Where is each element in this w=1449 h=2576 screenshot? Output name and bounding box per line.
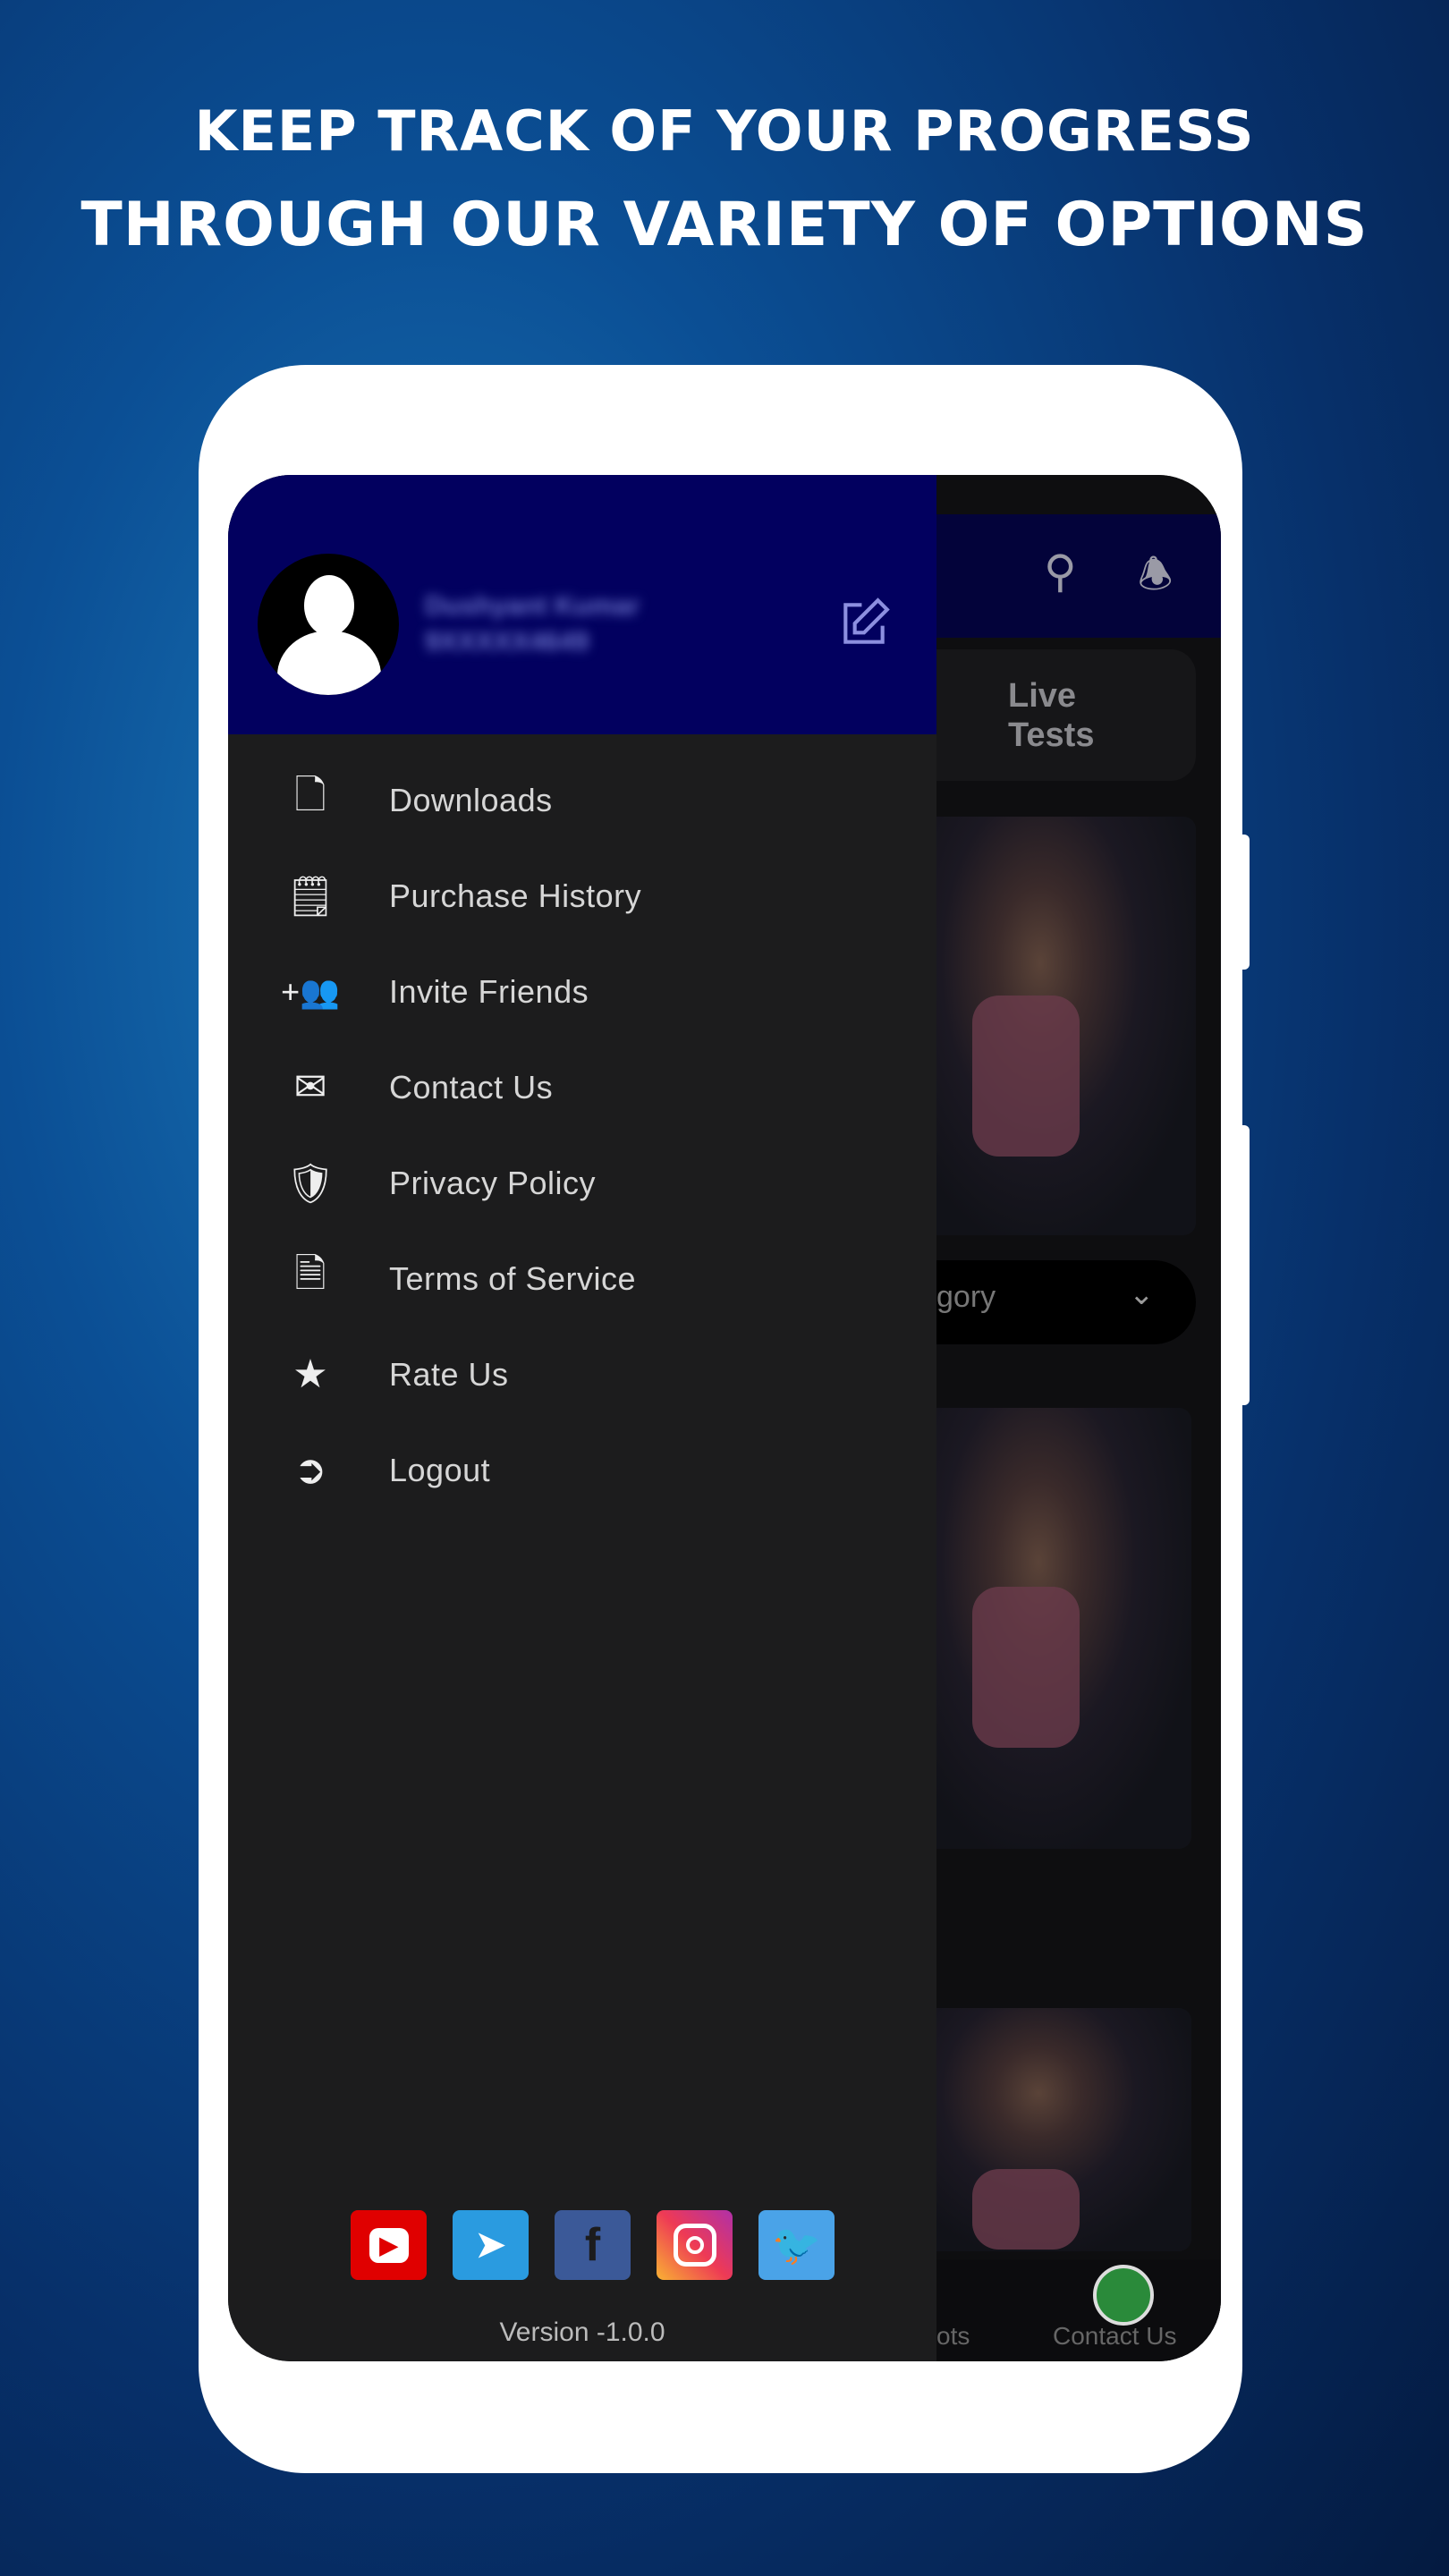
menu-item-label: Contact Us	[389, 1068, 554, 1106]
app-version: Version -1.0.0	[499, 2318, 665, 2347]
drawer-menu: 🗋 Downloads 🗒 Purchase History +👥 Invite Fr…	[228, 752, 936, 1518]
search-icon[interactable]: ⚲	[1044, 546, 1077, 597]
menu-item-rate-us[interactable]: ★ Rate Us	[228, 1326, 936, 1422]
edit-profile-icon[interactable]	[836, 596, 892, 651]
course-image[interactable]	[936, 2008, 1191, 2251]
menu-item-invite-friends[interactable]: +👥 Invite Friends	[228, 944, 936, 1039]
menu-item-label: Logout	[389, 1451, 491, 1488]
user-name: Dushyant Kumar	[425, 591, 640, 621]
phone-volume-button	[1241, 835, 1250, 970]
category-label: gory	[936, 1280, 996, 1314]
bottom-nav: ots Contact Us	[936, 2259, 1221, 2361]
menu-item-label: Purchase History	[389, 877, 642, 914]
live-tests-label: Live Tests	[1008, 677, 1095, 754]
menu-item-downloads[interactable]: 🗋 Downloads	[228, 752, 936, 848]
whatsapp-icon[interactable]	[1093, 2265, 1154, 2326]
star-icon: ★	[292, 1352, 328, 1396]
menu-item-terms-of-service[interactable]: 🗎 Terms of Service	[228, 1231, 936, 1326]
course-image[interactable]	[936, 1408, 1191, 1849]
facebook-icon[interactable]: f	[555, 2210, 631, 2280]
live-tests-card[interactable]: Live Tests	[936, 649, 1196, 781]
category-dropdown[interactable]: gory ⌄	[936, 1260, 1196, 1344]
menu-item-logout[interactable]: ➲ Logout	[228, 1422, 936, 1518]
app-top-bar: ⚲ 🕭	[936, 514, 1221, 638]
avatar[interactable]	[258, 554, 399, 695]
headline-line-2: THROUGH OUR VARIETY OF OPTIONS	[80, 190, 1368, 260]
navigation-drawer: Dushyant Kumar 9XXXXX4649 🗋 Downloads 🗒 Pu…	[228, 475, 936, 2361]
purchase-history-icon: 🗒	[285, 874, 335, 919]
menu-item-label: Privacy Policy	[389, 1164, 597, 1201]
drawer-header: Dushyant Kumar 9XXXXX4649	[228, 475, 936, 734]
headline-line-1: KEEP TRACK OF YOUR PROGRESS	[194, 98, 1255, 164]
bottom-nav-contact[interactable]: Contact Us	[1053, 2322, 1177, 2351]
menu-item-label: Invite Friends	[389, 972, 589, 1010]
menu-item-contact-us[interactable]: ✉ Contact Us	[228, 1039, 936, 1135]
download-file-icon: 🗋	[294, 774, 326, 818]
phone-power-button	[1241, 1125, 1250, 1405]
terms-document-icon: 🗎	[294, 1252, 326, 1296]
shield-document-icon: 🛡	[285, 1161, 335, 1206]
instagram-icon[interactable]	[657, 2210, 733, 2280]
bottom-nav-label[interactable]: ots	[936, 2322, 970, 2351]
chevron-down-icon: ⌄	[1129, 1277, 1155, 1311]
logout-icon: ➲	[293, 1448, 327, 1492]
banner-image[interactable]	[936, 817, 1196, 1235]
menu-item-purchase-history[interactable]: 🗒 Purchase History	[228, 848, 936, 944]
menu-item-privacy-policy[interactable]: 🛡 Privacy Policy	[228, 1135, 936, 1231]
telegram-icon[interactable]: ➤	[453, 2210, 529, 2280]
app-screen: ⚲ 🕭 Live Tests gory ⌄ ots Contact Us Dush…	[228, 475, 1221, 2361]
bell-icon[interactable]: 🕭	[1138, 546, 1173, 613]
menu-item-label: Rate Us	[389, 1355, 509, 1393]
social-links: ▶ ➤ f 🐦	[351, 2210, 835, 2280]
youtube-icon[interactable]: ▶	[351, 2210, 427, 2280]
contact-mail-icon: ✉	[293, 1065, 327, 1109]
add-users-icon: +👥	[281, 972, 340, 1010]
user-phone: 9XXXXX4649	[425, 627, 589, 657]
twitter-icon[interactable]: 🐦	[758, 2210, 835, 2280]
menu-item-label: Terms of Service	[389, 1259, 637, 1297]
menu-item-label: Downloads	[389, 781, 553, 818]
